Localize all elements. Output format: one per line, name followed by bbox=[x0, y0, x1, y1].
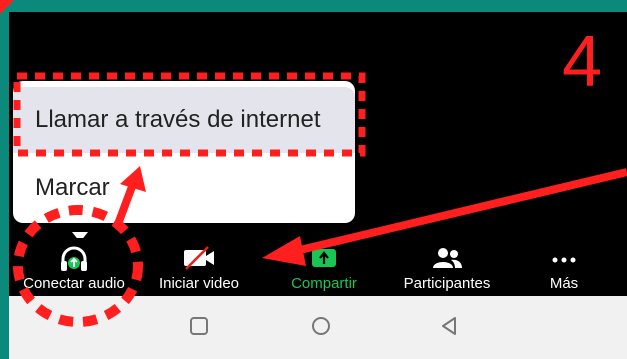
connect-audio-label: Conectar audio bbox=[23, 275, 125, 292]
call-via-internet-label: Llamar a través de internet bbox=[35, 106, 321, 133]
dial-label: Marcar bbox=[35, 174, 110, 201]
android-nav-bar bbox=[9, 296, 627, 359]
participants-icon bbox=[431, 246, 463, 274]
headphones-icon bbox=[59, 246, 89, 276]
more-icon bbox=[549, 246, 579, 274]
connect-audio-button[interactable]: Conectar audio bbox=[13, 238, 135, 296]
more-button[interactable]: Más bbox=[529, 238, 599, 296]
call-via-internet-option[interactable]: Llamar a través de internet bbox=[13, 87, 355, 153]
participants-button[interactable]: Participantes bbox=[389, 238, 505, 296]
back-button[interactable] bbox=[437, 314, 461, 343]
home-button[interactable] bbox=[309, 314, 333, 343]
share-screen-icon bbox=[309, 246, 339, 274]
recents-icon bbox=[190, 317, 208, 335]
more-label: Más bbox=[549, 275, 579, 292]
step-number: 4 bbox=[562, 22, 603, 102]
home-icon bbox=[312, 317, 330, 335]
share-button[interactable]: Compartir bbox=[279, 238, 369, 296]
share-label: Compartir bbox=[291, 275, 357, 292]
start-video-label: Iniciar video bbox=[158, 275, 240, 292]
meeting-toolbar: Conectar audio Iniciar video Compartir P… bbox=[9, 238, 627, 296]
participants-label: Participantes bbox=[403, 275, 491, 292]
recents-button[interactable] bbox=[187, 314, 211, 343]
audio-options-menu: Llamar a través de internet Marcar bbox=[13, 81, 355, 223]
back-icon bbox=[442, 317, 456, 335]
dial-option[interactable]: Marcar bbox=[13, 155, 355, 221]
video-off-icon bbox=[182, 246, 216, 274]
start-video-button[interactable]: Iniciar video bbox=[149, 238, 249, 296]
